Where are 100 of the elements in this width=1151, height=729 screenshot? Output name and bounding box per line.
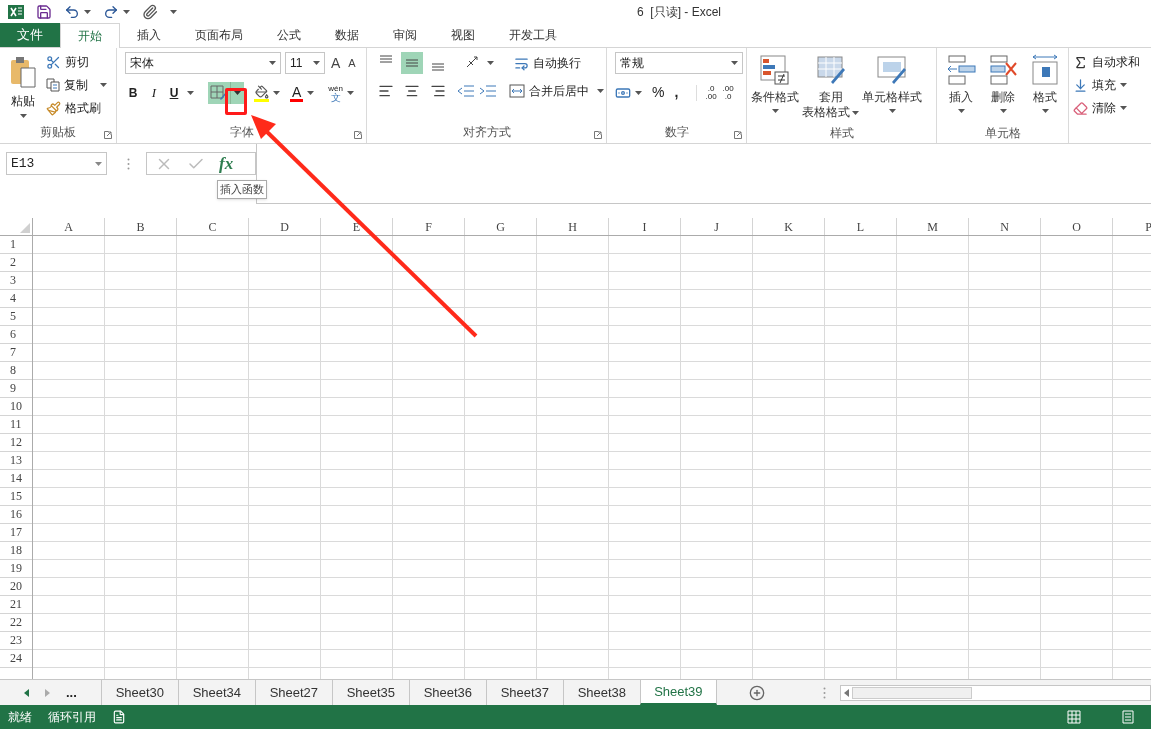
scroll-left-icon[interactable]	[843, 688, 849, 697]
column-header[interactable]: M	[897, 218, 969, 235]
row-header[interactable]: 9	[0, 380, 32, 398]
column-header[interactable]: I	[609, 218, 681, 235]
cell-styles-button[interactable]: 单元格样式	[862, 52, 922, 124]
column-header[interactable]: A	[33, 218, 105, 235]
comma-button[interactable]: ,	[670, 82, 683, 103]
ribbon-tab[interactable]: 视图	[434, 23, 492, 47]
column-header[interactable]: B	[105, 218, 177, 235]
column-header[interactable]: F	[393, 218, 465, 235]
phonetic-button[interactable]: wén 文	[328, 84, 344, 102]
font-color-button[interactable]: A	[290, 84, 304, 102]
column-header[interactable]: H	[537, 218, 609, 235]
increase-decimal-button[interactable]: .0 .00	[696, 84, 717, 101]
row-header[interactable]: 10	[0, 398, 32, 416]
autosum-button[interactable]: 自动求和	[1073, 52, 1140, 72]
row-header[interactable]: 23	[0, 632, 32, 650]
decrease-decimal-button[interactable]: .00 .0	[722, 84, 734, 101]
shrink-font-button[interactable]: A	[346, 54, 358, 72]
column-header[interactable]: C	[177, 218, 249, 235]
column-header[interactable]: J	[681, 218, 753, 235]
more-sheets-button[interactable]: ...	[66, 682, 77, 703]
row-header[interactable]: 1	[0, 236, 32, 254]
underline-button[interactable]: U	[167, 84, 181, 102]
font-name-field[interactable]: 宋体	[125, 52, 281, 74]
row-header[interactable]: 24	[0, 650, 32, 668]
fill-color-icon[interactable]	[254, 84, 269, 99]
sheet-tab[interactable]: Sheet39	[639, 680, 717, 705]
ribbon-tab[interactable]: 插入	[120, 23, 178, 47]
row-header[interactable]: 14	[0, 470, 32, 488]
name-box[interactable]: E13	[6, 152, 107, 175]
row-header[interactable]: 2	[0, 254, 32, 272]
ribbon-tab[interactable]: 数据	[318, 23, 376, 47]
ribbon-tab[interactable]: 开发工具	[492, 23, 574, 47]
format-painter-button[interactable]: 格式刷	[46, 98, 107, 118]
bold-button[interactable]: B	[125, 84, 141, 102]
fill-button[interactable]: 填充	[1073, 75, 1140, 95]
row-header[interactable]: 11	[0, 416, 32, 434]
add-sheet-icon[interactable]	[748, 684, 765, 701]
insert-function-button[interactable]: fx	[219, 150, 234, 177]
column-header[interactable]: K	[753, 218, 825, 235]
row-header[interactable]: 15	[0, 488, 32, 506]
paste-button[interactable]: 粘贴	[4, 52, 42, 123]
column-header[interactable]: G	[465, 218, 537, 235]
font-size-field[interactable]: 11	[285, 52, 325, 74]
row-header[interactable]: 12	[0, 434, 32, 452]
row-header[interactable]: 3	[0, 272, 32, 290]
row-header[interactable]: 5	[0, 308, 32, 326]
undo-icon[interactable]	[64, 4, 80, 20]
ribbon-tab[interactable]: 页面布局	[178, 23, 260, 47]
row-header[interactable]: 16	[0, 506, 32, 524]
save-icon[interactable]	[36, 4, 52, 20]
percent-button[interactable]: %	[652, 82, 665, 103]
increase-indent-icon[interactable]	[479, 84, 497, 98]
column-header[interactable]: N	[969, 218, 1041, 235]
align-center-icon[interactable]	[404, 83, 420, 99]
scroll-left-icon[interactable]	[24, 688, 29, 697]
redo-icon[interactable]	[103, 4, 119, 20]
dialog-launcher-icon[interactable]	[594, 131, 602, 139]
dialog-launcher-icon[interactable]	[354, 131, 362, 139]
row-header[interactable]: 21	[0, 596, 32, 614]
conditional-format-button[interactable]: 条件格式	[751, 52, 799, 124]
italic-button[interactable]: I	[147, 83, 161, 103]
normal-view-icon[interactable]	[1067, 710, 1081, 724]
format-as-table-button[interactable]: 套用 表格格式	[802, 52, 859, 124]
format-button[interactable]: 格式	[1029, 52, 1061, 124]
clear-button[interactable]: 清除	[1073, 98, 1140, 118]
row-header[interactable]: 8	[0, 362, 32, 380]
dialog-launcher-icon[interactable]	[104, 131, 112, 139]
dialog-launcher-icon[interactable]	[734, 131, 742, 139]
page-layout-icon[interactable]	[1121, 710, 1135, 724]
decrease-indent-icon[interactable]	[457, 84, 475, 98]
column-header[interactable]: L	[825, 218, 897, 235]
row-header[interactable]: 13	[0, 452, 32, 470]
row-header[interactable]: 22	[0, 614, 32, 632]
macro-record-icon[interactable]	[112, 710, 126, 724]
row-header[interactable]: 7	[0, 344, 32, 362]
row-header[interactable]: 20	[0, 578, 32, 596]
ribbon-tab[interactable]: 开始	[60, 23, 120, 48]
align-right-icon[interactable]	[430, 83, 446, 99]
row-header[interactable]: 19	[0, 560, 32, 578]
horizontal-scrollbar[interactable]	[839, 684, 1151, 701]
cell-grid[interactable]	[33, 236, 1151, 679]
column-header[interactable]: P	[1113, 218, 1151, 235]
cut-button[interactable]: 剪切	[46, 52, 107, 72]
copy-button[interactable]: 复制	[46, 75, 107, 95]
row-header[interactable]: 17	[0, 524, 32, 542]
column-header[interactable]: D	[249, 218, 321, 235]
row-header[interactable]: 6	[0, 326, 32, 344]
delete-button[interactable]: 删除	[987, 52, 1019, 124]
wrap-text-button[interactable]: 自动换行	[514, 54, 581, 72]
insert-button[interactable]: 插入	[945, 52, 977, 124]
column-header[interactable]: E	[321, 218, 393, 235]
file-tab[interactable]: 文件	[0, 23, 60, 47]
ribbon-tab[interactable]: 审阅	[376, 23, 434, 47]
row-header[interactable]: 18	[0, 542, 32, 560]
row-header[interactable]: 4	[0, 290, 32, 308]
number-format-field[interactable]: 常规	[615, 52, 743, 74]
column-header[interactable]: O	[1041, 218, 1113, 235]
attachment-icon[interactable]	[142, 4, 158, 20]
